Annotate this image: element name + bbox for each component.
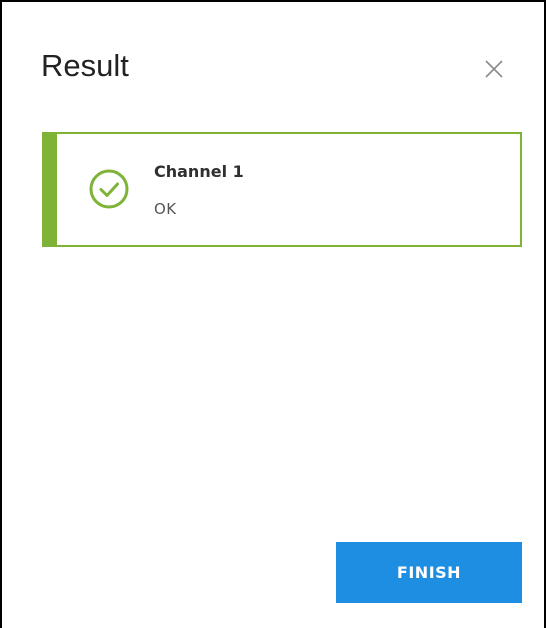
dialog-title: Result bbox=[41, 48, 129, 83]
channel-label: Channel 1 bbox=[154, 162, 244, 181]
status-accent-bar bbox=[42, 132, 57, 247]
status-text: OK bbox=[154, 200, 177, 218]
result-dialog: Result Channel 1 OK FINISH bbox=[0, 0, 546, 628]
close-icon[interactable] bbox=[482, 57, 506, 81]
check-circle-icon bbox=[87, 167, 131, 211]
finish-button[interactable]: FINISH bbox=[336, 542, 522, 603]
result-card-channel-1: Channel 1 OK bbox=[42, 132, 522, 247]
